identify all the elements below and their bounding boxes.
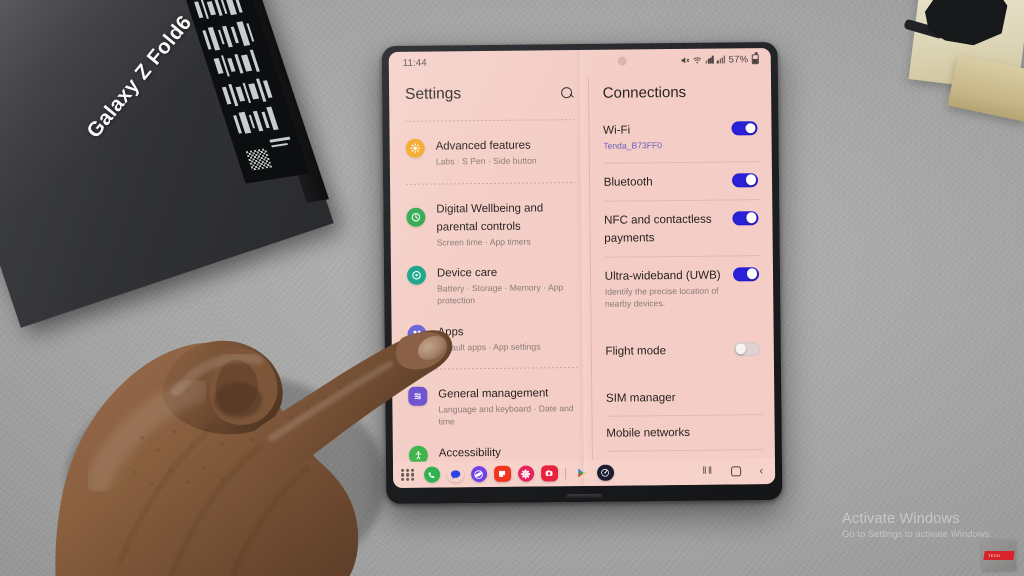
user-hand	[46, 232, 476, 576]
play-store-icon[interactable]	[574, 465, 591, 482]
recents-button[interactable]: ‖‖	[702, 466, 713, 477]
settings-title-text: Settings	[405, 85, 462, 103]
battery-icon	[751, 54, 759, 65]
hinge	[566, 493, 603, 500]
connections-title-text: Connections	[602, 83, 687, 102]
connections-pane: Connections Wi-Fi Tenda_B73FF0 Bluetooth	[589, 70, 775, 460]
activation-title: Activate Windows	[842, 511, 960, 527]
gallery-icon[interactable]	[517, 465, 535, 482]
connections-item-nfc[interactable]: NFC and contactless payments	[604, 200, 761, 257]
channel-logo-watermark: TECH	[982, 540, 1016, 570]
dock-divider	[565, 467, 567, 479]
connections-item-uwb[interactable]: Ultra-wideband (UWB) Identify the precis…	[604, 256, 761, 320]
activation-subtitle: Go to Settings to activate Windows.	[842, 529, 992, 540]
back-button[interactable]: ‹	[759, 465, 763, 477]
sidebar-item-title: Advanced features	[435, 139, 531, 153]
signal-icon	[717, 55, 726, 64]
box-qr-code	[245, 148, 273, 171]
channel-logo-text: TECH	[988, 553, 1001, 558]
home-icon[interactable]	[731, 466, 742, 477]
wifi-network-name: Tenda_B73FF0	[603, 140, 663, 151]
connections-item-title: Wi-Fi	[603, 123, 631, 137]
notes-icon[interactable]	[494, 465, 511, 483]
connections-item-title: NFC and contactless payments	[604, 212, 712, 245]
windows-activation-watermark: Activate Windows Go to Settings to activ…	[842, 511, 992, 540]
navigation-bar: ‖‖ ‹	[702, 465, 765, 478]
sidebar-item-subtitle: Labs · S Pen · Side button	[435, 155, 537, 167]
sidebar-item-title: Digital Wellbeing and parental controls	[436, 202, 544, 234]
battery-percent: 57%	[728, 53, 749, 65]
bluetooth-toggle[interactable]	[731, 173, 759, 188]
advanced-features-icon	[405, 138, 425, 158]
connections-item-title: Ultra-wideband (UWB)	[604, 268, 721, 283]
flight-mode-toggle[interactable]	[733, 341, 760, 356]
connections-item-subtitle: Identify the precise location of nearby …	[604, 285, 719, 309]
camera-icon[interactable]	[541, 465, 558, 482]
uwb-toggle[interactable]	[732, 267, 760, 282]
page-title: Settings	[405, 72, 574, 114]
nfc-toggle[interactable]	[732, 211, 759, 226]
search-icon[interactable]	[561, 87, 574, 100]
connections-item-title: SIM manager	[605, 390, 676, 405]
digital-wellbeing-icon	[406, 207, 426, 227]
connections-item-title: Mobile networks	[606, 425, 691, 440]
connections-item-title: Bluetooth	[603, 175, 653, 189]
signal-icon	[705, 55, 714, 64]
connections-title: Connections	[603, 70, 760, 112]
mute-icon	[681, 56, 690, 63]
internet-icon[interactable]	[597, 464, 614, 482]
connections-item-title: Flight mode	[605, 343, 667, 358]
status-time: 11:44	[402, 57, 427, 69]
divider	[406, 181, 575, 185]
divider	[405, 119, 575, 122]
connections-item-bluetooth[interactable]: Bluetooth	[603, 162, 760, 201]
wifi-toggle[interactable]	[731, 121, 758, 136]
connections-item-flight-mode[interactable]: Flight mode	[605, 331, 762, 370]
wifi-icon	[693, 56, 702, 63]
connections-item-sim-manager[interactable]: SIM manager	[606, 380, 763, 416]
connections-item-wifi[interactable]: Wi-Fi Tenda_B73FF0	[603, 110, 760, 162]
sidebar-item-advanced-features[interactable]: Advanced features Labs · S Pen · Side bu…	[405, 128, 574, 176]
connections-item-mobile-networks[interactable]: Mobile networks	[606, 415, 763, 451]
